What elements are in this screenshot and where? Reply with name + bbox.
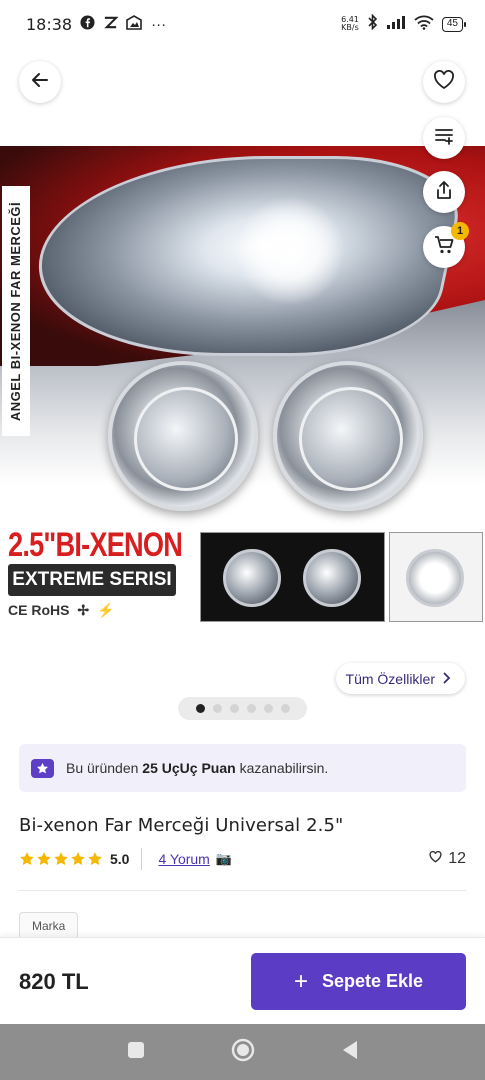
side-banner-text: ANGEL BI-XENON FAR MERCEĞİ xyxy=(8,201,24,421)
compare-list-icon xyxy=(434,127,454,150)
all-features-label: Tüm Özellikler xyxy=(345,670,435,687)
app-notification-icon xyxy=(103,15,119,34)
thumbnail-lens-front xyxy=(223,549,281,607)
star-badge-icon xyxy=(31,758,54,778)
back-button[interactable] xyxy=(19,61,61,103)
photo-notification-icon xyxy=(126,14,143,34)
triangle-back-icon xyxy=(342,1040,357,1059)
circle-icon xyxy=(231,1038,254,1061)
certification-marks: CE RoHS ✢ ⚡ xyxy=(8,602,114,619)
power-icon: ⚡ xyxy=(96,602,115,618)
network-speed: 6.41 KB/s xyxy=(341,16,359,32)
home-button[interactable] xyxy=(231,1038,255,1067)
points-text: Bu üründen 25 UçUç Puan kazanabilirsin. xyxy=(66,760,328,776)
favorite-button[interactable] xyxy=(423,61,465,103)
product-subheadline: EXTREME SERISI xyxy=(8,564,176,596)
projector-lens-right xyxy=(273,361,423,511)
chevron-right-icon xyxy=(443,671,451,687)
star-icon xyxy=(54,852,68,866)
points-suffix: kazanabilirsin. xyxy=(239,760,329,776)
points-banner: Bu üründen 25 UçUç Puan kazanabilirsin. xyxy=(19,744,466,792)
likes-count[interactable]: 12 xyxy=(429,850,466,868)
status-bar: 18:38 ··· 6.41 KB/s 45 xyxy=(0,0,485,48)
section-divider xyxy=(19,890,466,891)
system-navigation-bar xyxy=(0,1024,485,1080)
star-icon xyxy=(37,852,51,866)
projector-lens-left xyxy=(108,361,258,511)
star-icon xyxy=(71,852,85,866)
star-icon xyxy=(88,852,102,866)
cart-badge: 1 xyxy=(451,222,469,240)
square-icon xyxy=(127,1041,144,1058)
camera-icon: 📷 xyxy=(215,851,233,866)
brand-tag[interactable]: Marka xyxy=(19,912,79,938)
certification-text: CE RoHS xyxy=(8,602,70,618)
product-price: 820 TL xyxy=(19,969,89,994)
heart-icon xyxy=(433,69,455,95)
network-speed-unit: KB/s xyxy=(341,23,359,32)
share-button[interactable] xyxy=(423,171,465,213)
points-amount: 25 UçUç Puan xyxy=(142,760,236,776)
more-notifications-icon: ··· xyxy=(151,15,167,33)
carousel-dot[interactable] xyxy=(229,704,239,713)
wifi-icon xyxy=(414,15,434,34)
rating-row: 5.0 4 Yorum 📷 12 xyxy=(19,847,466,871)
system-back-button[interactable] xyxy=(341,1040,359,1065)
purchase-bar: 820 TL + Sepete Ekle xyxy=(0,937,485,1024)
cart-icon xyxy=(434,235,454,260)
product-headline: 2.5"BI-XENON xyxy=(8,526,183,564)
plus-icon: + xyxy=(293,967,308,995)
carousel-dot[interactable] xyxy=(280,704,290,713)
arrow-left-icon xyxy=(30,70,50,95)
heart-outline-icon xyxy=(429,850,442,868)
thumbnail-inset-shroud xyxy=(389,532,483,622)
fan-icon: ✢ xyxy=(77,602,90,618)
thumbnail-shroud xyxy=(406,549,464,607)
battery-indicator: 45 xyxy=(441,16,467,32)
thumbnail-inset-lenses xyxy=(200,532,385,622)
rating-value: 5.0 xyxy=(110,851,130,867)
thumbnail-lens-back xyxy=(303,549,361,607)
star-icon xyxy=(20,852,34,866)
add-to-cart-label: Sepete Ekle xyxy=(321,971,424,991)
product-image[interactable]: ANGEL BI-XENON FAR MERCEĞİ 2.5"BI-XENON … xyxy=(0,146,485,630)
carousel-dot[interactable] xyxy=(195,704,205,713)
facebook-icon xyxy=(80,14,95,34)
compare-button[interactable] xyxy=(423,117,465,159)
recent-apps-button[interactable] xyxy=(127,1041,145,1064)
bluetooth-icon xyxy=(367,13,378,34)
carousel-dot[interactable] xyxy=(212,704,222,713)
carousel-dot[interactable] xyxy=(246,704,256,713)
add-to-cart-button[interactable]: + Sepete Ekle xyxy=(251,953,466,1010)
light-glow xyxy=(235,196,345,306)
status-time: 18:38 xyxy=(26,14,73,34)
divider xyxy=(141,848,143,870)
likes-value: 12 xyxy=(448,850,466,867)
side-banner: ANGEL BI-XENON FAR MERCEĞİ xyxy=(2,186,30,436)
cart-button[interactable]: 1 xyxy=(423,222,469,268)
all-features-button[interactable]: Tüm Özellikler xyxy=(335,663,465,694)
signal-icon xyxy=(386,15,406,33)
points-prefix: Bu üründen xyxy=(66,760,139,776)
product-title: Bi-xenon Far Merceği Universal 2.5" xyxy=(19,815,344,836)
star-rating xyxy=(19,851,103,867)
reviews-link[interactable]: 4 Yorum xyxy=(158,851,209,867)
share-icon xyxy=(434,180,454,205)
carousel-dot[interactable] xyxy=(263,704,273,713)
carousel-indicator xyxy=(178,697,307,720)
